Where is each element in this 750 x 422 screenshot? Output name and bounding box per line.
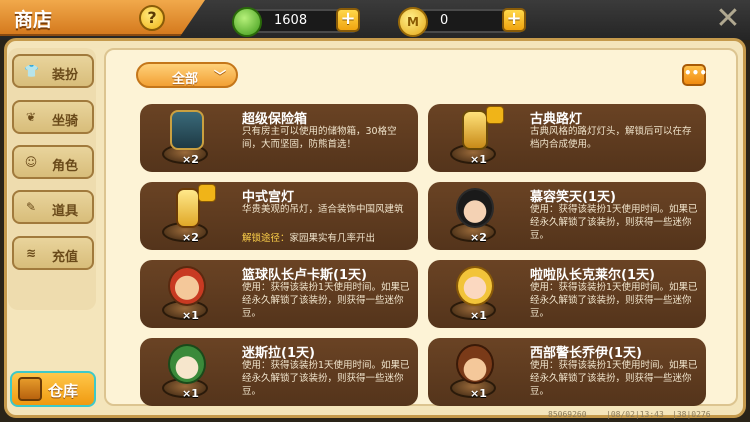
item-quantity: ×1 — [182, 387, 199, 400]
item-icon: ✎ — [25, 200, 37, 214]
sidebar-item-props[interactable]: ✎ 道具 — [12, 190, 94, 224]
sidebar-item-label: 装扮 — [52, 68, 79, 83]
shop-item-card[interactable]: ×2 超级保险箱 只有房主可以使用的储物箱，30格空间，大而坚固，防熊首选！ — [140, 104, 418, 172]
gem-counter: 1608 + — [232, 7, 360, 37]
item-quantity: ×2 — [470, 231, 487, 244]
sidebar-item-mount[interactable]: ❦ 坐骑 — [12, 100, 94, 134]
item-quantity: ×1 — [470, 153, 487, 166]
item-description: 使用：获得该装扮1天使用时间。如果已经永久解锁了该装扮，则获得一些迷你豆。 — [530, 360, 698, 397]
category-sidebar: 👕 装扮 ❦ 坐骑 ☺ 角色 ✎ 道具 ≋ 充值 — [8, 48, 96, 310]
character-portrait-icon — [456, 344, 494, 384]
character-portrait-icon — [168, 266, 206, 306]
street-lamp-icon — [462, 110, 488, 150]
treasure-chest-icon — [18, 377, 42, 401]
chevron-down-icon: ﹀ — [213, 69, 226, 83]
build-code: |38|0276 — [672, 410, 711, 419]
character-portrait-icon — [168, 344, 206, 384]
shop-item-card[interactable]: ×2 慕容笑天(1天) 使用：获得该装扮1天使用时间。如果已经永久解锁了该装扮，… — [428, 182, 706, 250]
player-id: 85069260 — [548, 410, 587, 419]
character-portrait-icon — [456, 188, 494, 228]
storage-label: 仓库 — [48, 382, 79, 400]
item-quantity: ×2 — [182, 231, 199, 244]
shop-item-card[interactable]: ×1 西部警长乔伊(1天) 使用：获得该装扮1天使用时间。如果已经永久解锁了该装… — [428, 338, 706, 406]
sidebar-item-outfit[interactable]: 👕 装扮 — [12, 54, 94, 88]
item-quantity: ×1 — [470, 309, 487, 322]
shop-item-card[interactable]: ×1 啦啦队长克莱尔(1天) 使用：获得该装扮1天使用时间。如果已经永久解锁了该… — [428, 260, 706, 328]
outfit-icon: 👕 — [24, 64, 39, 78]
sidebar-item-recharge[interactable]: ≋ 充值 — [12, 236, 94, 270]
item-description: 使用：获得该装扮1天使用时间。如果已经永久解锁了该装扮，则获得一些迷你豆。 — [242, 360, 410, 397]
status-footer: 85069260 |08/02|13:43 |38|0276 — [0, 408, 750, 422]
add-coins-button[interactable]: + — [502, 8, 526, 32]
more-options-button[interactable]: ••• — [682, 64, 707, 86]
item-description: 只有房主可以使用的储物箱，30格空间，大而坚固，防熊首选！ — [242, 126, 397, 150]
page-title: 商店 — [14, 9, 53, 31]
item-description: 使用：获得该装扮1天使用时间。如果已经永久解锁了该装扮，则获得一些迷你豆。 — [530, 204, 698, 241]
item-quantity: ×2 — [182, 153, 199, 166]
add-gems-button[interactable]: + — [336, 8, 360, 32]
item-description: 使用：获得该装扮1天使用时间。如果已经永久解锁了该装扮，则获得一些迷你豆。 — [530, 282, 698, 319]
puzzle-piece-icon — [198, 184, 216, 202]
shop-item-card[interactable]: ×1 迷斯拉(1天) 使用：获得该装扮1天使用时间。如果已经永久解锁了该装扮，则… — [140, 338, 418, 406]
sidebar-item-label: 坐骑 — [52, 114, 79, 129]
gem-amount: 1608 — [274, 13, 308, 28]
item-quantity: ×1 — [470, 387, 487, 400]
sidebar-item-label: 角色 — [52, 159, 79, 174]
mount-icon: ❦ — [25, 110, 37, 124]
character-portrait-icon — [456, 266, 494, 306]
filter-dropdown[interactable]: 全部 ﹀ — [136, 62, 238, 88]
coin-amount: 0 — [440, 13, 449, 28]
coins-icon: ≋ — [25, 246, 37, 260]
timestamp: |08/02|13:43 — [606, 410, 664, 419]
unlock-method: 解锁途径：家园果实有几率开出 — [242, 230, 375, 244]
storage-button[interactable]: 仓库 — [10, 371, 96, 407]
palace-lantern-icon — [176, 188, 200, 228]
item-description: 华贵美观的吊灯，适合装饰中国风建筑 — [242, 204, 404, 215]
help-button[interactable]: ? — [139, 5, 165, 31]
item-description: 古典风格的路灯灯头，解锁后可以在存档内合成使用。 — [530, 126, 692, 150]
puzzle-piece-icon — [486, 106, 504, 124]
shop-item-card[interactable]: ×1 古典路灯 古典风格的路灯灯头，解锁后可以在存档内合成使用。 — [428, 104, 706, 172]
shop-screen: { "header": {"title": "商店", "help_label"… — [0, 0, 750, 422]
coin-counter: M 0 + — [398, 7, 526, 37]
item-quantity: ×1 — [182, 309, 199, 322]
unlock-method-value: 家园果实有几率开出 — [289, 233, 376, 244]
sidebar-item-character[interactable]: ☺ 角色 — [12, 145, 94, 179]
title-tab: 商店 — [0, 0, 205, 36]
close-button[interactable]: ✕ — [714, 4, 742, 34]
character-icon: ☺ — [24, 155, 38, 169]
coin-icon: M — [398, 7, 428, 37]
filter-label: 全部 — [172, 72, 199, 87]
shop-item-card[interactable]: ×1 篮球队长卢卡斯(1天) 使用：获得该装扮1天使用时间。如果已经永久解锁了该… — [140, 260, 418, 328]
gem-icon — [232, 7, 262, 37]
shop-item-card[interactable]: ×2 中式宫灯 华贵美观的吊灯，适合装饰中国风建筑 解锁途径：家园果实有几率开出 — [140, 182, 418, 250]
sidebar-item-label: 充值 — [52, 250, 79, 265]
unlock-method-label: 解锁途径： — [242, 233, 290, 244]
safe-box-icon — [170, 110, 204, 150]
item-description: 使用：获得该装扮1天使用时间。如果已经永久解锁了该装扮，则获得一些迷你豆。 — [242, 282, 410, 319]
sidebar-item-label: 道具 — [52, 204, 79, 219]
